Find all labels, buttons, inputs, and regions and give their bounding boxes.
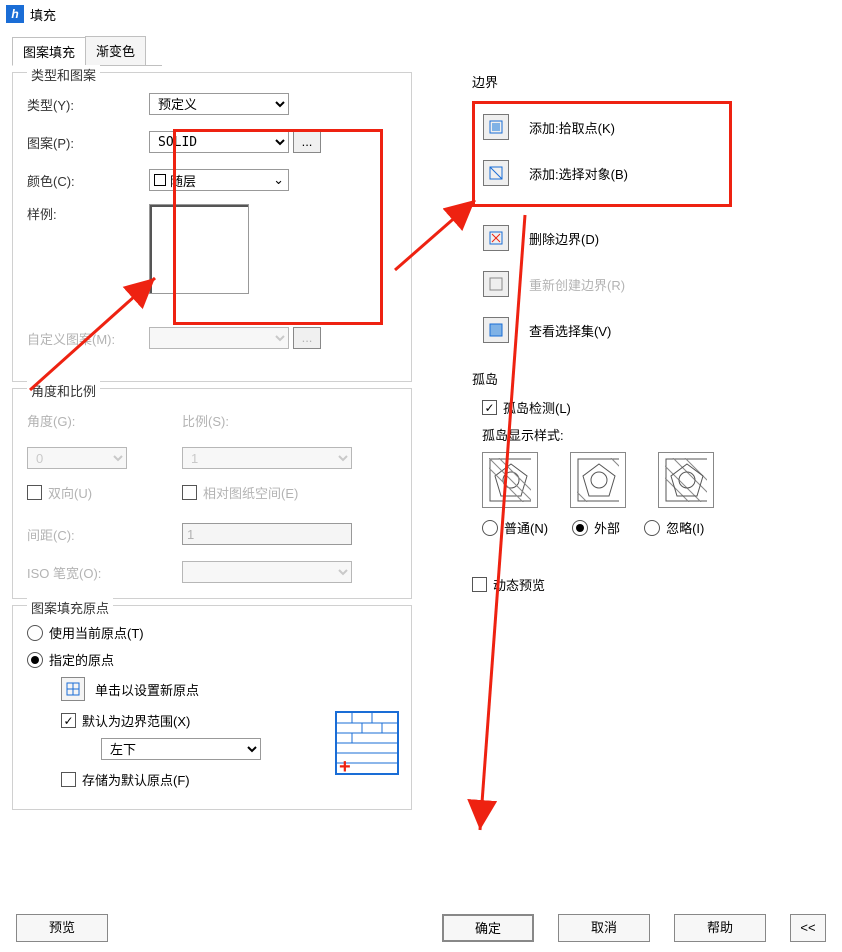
main-row: 类型和图案 类型(Y): 预定义 图案(P): SOLID ... 颜色(C):	[12, 66, 830, 810]
island-style-normal-icon[interactable]	[482, 452, 538, 508]
group-origin: 图案填充原点 使用当前原点(T) 指定的原点 单击以设置新原点	[12, 605, 412, 810]
button-recreate-boundary: 重新创建边界(R)	[472, 269, 830, 299]
dialog-client: 图案填充 渐变色 类型和图案 类型(Y): 预定义 图案(P): SOLID .…	[0, 28, 842, 952]
checkbox-island-detect[interactable]: 孤岛检测(L)	[482, 398, 830, 417]
right-column: 边界 添加:拾取点(K) 添加:选择对象(B) 删除边界(D)	[412, 66, 830, 810]
button-view-selection[interactable]: 查看选择集(V)	[472, 315, 830, 345]
group-title-angle-scale: 角度和比例	[27, 381, 100, 400]
label-type: 类型(Y):	[27, 95, 149, 114]
checkbox-relative: 相对图纸空间(E)	[182, 483, 298, 502]
select-scale: 1	[182, 447, 352, 469]
window-title: 填充	[30, 5, 56, 24]
island-style-outer-icon[interactable]	[570, 452, 626, 508]
select-custom-pattern	[149, 327, 289, 349]
footer: 预览 确定 取消 帮助 <<	[16, 914, 826, 942]
button-add-select-objects[interactable]: 添加:选择对象(B)	[483, 158, 721, 188]
button-add-pick-points[interactable]: 添加:拾取点(K)	[483, 112, 721, 142]
label-angle: 角度(G):	[27, 411, 182, 430]
label-iso: ISO 笔宽(O):	[27, 563, 182, 582]
group-title-islands: 孤岛	[472, 369, 830, 388]
title-bar: h 填充	[0, 0, 842, 28]
button-custom-browse: ...	[293, 327, 321, 349]
select-angle: 0	[27, 447, 127, 469]
radio-specified-origin[interactable]: 指定的原点	[27, 650, 399, 669]
app-icon: h	[6, 5, 24, 23]
radio-island-ignore[interactable]: 忽略(I)	[644, 518, 704, 537]
island-style-ignore-icon[interactable]	[658, 452, 714, 508]
remove-boundary-icon	[483, 225, 509, 251]
tab-hatch[interactable]: 图案填充	[12, 37, 86, 66]
select-iso	[182, 561, 352, 583]
recreate-boundary-icon	[483, 271, 509, 297]
label-spacing: 间距(C):	[27, 525, 182, 544]
button-preview[interactable]: 预览	[16, 914, 108, 942]
left-column: 类型和图案 类型(Y): 预定义 图案(P): SOLID ... 颜色(C):	[12, 66, 412, 810]
label-click-set-origin: 单击以设置新原点	[95, 680, 199, 699]
origin-preview-icon: +	[335, 711, 399, 775]
group-type-pattern: 类型和图案 类型(Y): 预定义 图案(P): SOLID ... 颜色(C):	[12, 72, 412, 382]
checkbox-double: 双向(U)	[27, 483, 182, 502]
button-expand[interactable]: <<	[790, 914, 826, 942]
button-ok[interactable]: 确定	[442, 914, 534, 942]
group-angle-scale: 角度和比例 角度(G): 比例(S): 0 1 双向(U)	[12, 388, 412, 599]
icon-click-set-origin[interactable]	[61, 677, 85, 701]
group-title-origin: 图案填充原点	[27, 598, 113, 617]
pick-points-icon	[483, 114, 509, 140]
highlight-boundary-add: 添加:拾取点(K) 添加:选择对象(B)	[472, 101, 732, 207]
highlight-pattern	[173, 129, 383, 325]
select-origin-position[interactable]: 左下	[101, 738, 261, 760]
label-sample: 样例:	[27, 204, 149, 223]
radio-island-outer[interactable]: 外部	[572, 518, 620, 537]
group-title-boundary: 边界	[472, 72, 830, 91]
label-pattern: 图案(P):	[27, 133, 149, 152]
select-objects-icon	[483, 160, 509, 186]
tab-gradient[interactable]: 渐变色	[85, 36, 146, 65]
checkbox-dynamic-preview[interactable]: 动态预览	[472, 575, 830, 594]
group-title-type-pattern: 类型和图案	[27, 65, 100, 84]
radio-use-current-origin[interactable]: 使用当前原点(T)	[27, 623, 399, 642]
radio-island-normal[interactable]: 普通(N)	[482, 518, 548, 537]
checkbox-store-default[interactable]: 存储为默认原点(F)	[61, 770, 335, 789]
input-spacing	[182, 523, 352, 545]
button-cancel[interactable]: 取消	[558, 914, 650, 942]
label-color: 颜色(C):	[27, 171, 149, 190]
view-selection-icon	[483, 317, 509, 343]
label-custom-pattern: 自定义图案(M):	[27, 329, 149, 348]
label-scale: 比例(S):	[182, 411, 304, 430]
svg-text:+: +	[339, 756, 351, 773]
label-island-style: 孤岛显示样式:	[482, 425, 830, 444]
button-help[interactable]: 帮助	[674, 914, 766, 942]
select-type[interactable]: 预定义	[149, 93, 289, 115]
tab-bar: 图案填充 渐变色	[12, 36, 162, 66]
button-remove-boundary[interactable]: 删除边界(D)	[472, 223, 830, 253]
checkbox-default-extents[interactable]: 默认为边界范围(X)	[61, 711, 335, 730]
